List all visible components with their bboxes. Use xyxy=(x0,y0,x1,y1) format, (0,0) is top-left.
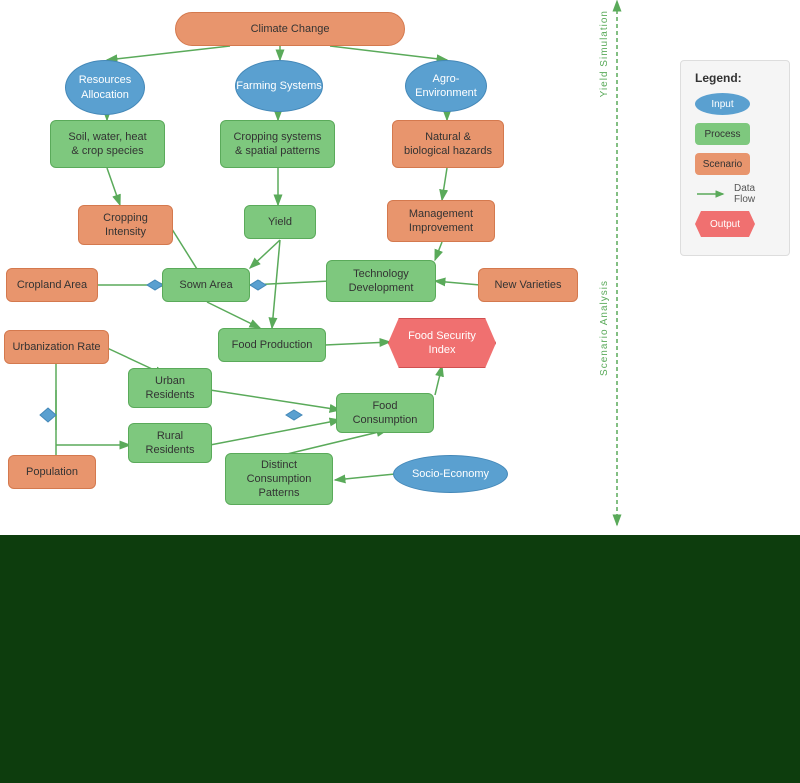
node-urbanization-rate: Urbanization Rate xyxy=(4,330,109,364)
node-cropland-area: Cropland Area xyxy=(6,268,98,302)
node-rural-residents: RuralResidents xyxy=(128,423,212,463)
node-natural-hazards: Natural &biological hazards xyxy=(392,120,504,168)
node-farming-systems: Farming Systems xyxy=(235,60,323,112)
node-management-improvement: ManagementImprovement xyxy=(387,200,495,242)
node-resources-allocation: ResourcesAllocation xyxy=(65,60,145,115)
yield-simulation-label: Yield Simulation xyxy=(599,10,610,97)
legend-process-box: Process xyxy=(695,123,750,145)
legend-output-box: Output xyxy=(695,211,755,237)
legend-item-process: Process xyxy=(695,123,775,145)
node-new-varieties: New Varieties xyxy=(478,268,578,302)
node-food-production: Food Production xyxy=(218,328,326,362)
legend-item-scenario: Scenario xyxy=(695,153,775,175)
node-distinct-consumption: DistinctConsumptionPatterns xyxy=(225,453,333,505)
diagram-area: Climate Change ResourcesAllocation Farmi… xyxy=(0,0,800,535)
node-climate-change: Climate Change xyxy=(175,12,405,46)
node-soil-water: Soil, water, heat& crop species xyxy=(50,120,165,168)
node-socio-economy: Socio-Economy xyxy=(393,455,508,493)
legend-dataflow-arrow xyxy=(695,188,730,200)
node-yield: Yield xyxy=(244,205,316,239)
node-cropping-intensity: CroppingIntensity xyxy=(78,205,173,245)
node-agro-environment: Agro-Environment xyxy=(405,60,487,112)
dark-area xyxy=(0,535,800,783)
legend-title: Legend: xyxy=(695,71,775,85)
node-urban-residents: UrbanResidents xyxy=(128,368,212,408)
node-sown-area: Sown Area xyxy=(162,268,250,302)
legend-input-box: Input xyxy=(695,93,750,115)
legend-scenario-box: Scenario xyxy=(695,153,750,175)
node-food-consumption: FoodConsumption xyxy=(336,393,434,433)
node-food-security-index: Food SecurityIndex xyxy=(388,318,496,368)
node-technology-development: TechnologyDevelopment xyxy=(326,260,436,302)
legend-item-input: Input xyxy=(695,93,775,115)
node-population: Population xyxy=(8,455,96,489)
scenario-analysis-label: Scenario Analysis xyxy=(599,280,610,376)
legend-item-dataflow: DataFlow xyxy=(695,183,775,205)
node-cropping-systems: Cropping systems& spatial patterns xyxy=(220,120,335,168)
legend-box: Legend: Input Process Scenario xyxy=(680,60,790,256)
legend-item-output: Output xyxy=(695,211,775,237)
